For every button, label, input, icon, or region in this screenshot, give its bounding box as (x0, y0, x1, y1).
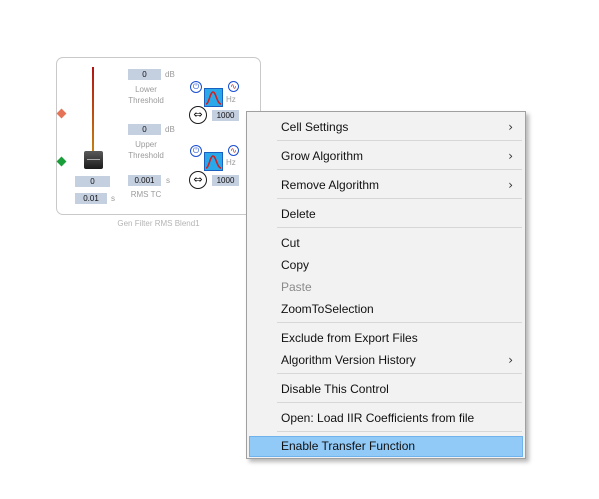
menu-separator (277, 373, 522, 374)
wave-icon[interactable]: ∿ (228, 145, 239, 156)
lower-threshold-field[interactable]: 0 (128, 69, 161, 80)
upper-threshold-field[interactable]: 0 (128, 124, 161, 135)
menu-item-delete[interactable]: Delete (249, 204, 523, 224)
fader-step-field[interactable]: 0.01 (75, 193, 107, 204)
menu-item-remove-algorithm[interactable]: Remove Algorithm › (249, 175, 523, 195)
menu-item-label: Enable Transfer Function (281, 439, 416, 453)
chevron-right-icon: › (508, 178, 513, 192)
menu-item-label: Delete (281, 207, 316, 221)
menu-item-disable-this-control[interactable]: Disable This Control (249, 379, 523, 399)
menu-separator (277, 198, 522, 199)
menu-separator (277, 169, 522, 170)
rms-tc-unit: s (166, 176, 170, 185)
menu-item-label: Paste (281, 280, 312, 294)
menu-item-grow-algorithm[interactable]: Grow Algorithm › (249, 146, 523, 166)
lower-threshold-label-line1: Lower (135, 85, 157, 94)
menu-item-label: Copy (281, 258, 310, 272)
chevron-right-icon: › (508, 353, 513, 367)
menu-item-paste: Paste (249, 277, 523, 297)
wave-icon[interactable]: ∿ (228, 81, 239, 92)
menu-item-label: Algorithm Version History (281, 353, 416, 367)
phase-icon[interactable]: ⇔ (189, 106, 207, 124)
menu-item-label: Cut (281, 236, 300, 250)
context-menu: Cell Settings › Grow Algorithm › Remove … (246, 111, 526, 459)
menu-separator (277, 227, 522, 228)
filter-response-icon[interactable] (204, 88, 223, 107)
menu-separator (277, 431, 522, 432)
rms-tc-label: RMS TC (130, 190, 162, 199)
menu-item-enable-transfer-function[interactable]: Enable Transfer Function (249, 436, 523, 457)
lower-threshold-unit: dB (165, 70, 175, 79)
chevron-right-icon: › (508, 120, 513, 134)
fader-step-unit: s (111, 194, 115, 203)
menu-item-label: ZoomToSelection (281, 302, 374, 316)
menu-item-cell-settings[interactable]: Cell Settings › (249, 117, 523, 137)
block-caption: Gen Filter RMS Blend1 (117, 219, 200, 228)
chevron-right-icon: › (508, 149, 513, 163)
fader-track[interactable] (92, 67, 94, 159)
menu-item-label: Exclude from Export Files (281, 331, 418, 345)
upper-threshold-label: Upper Threshold (118, 139, 174, 161)
phase-icon[interactable]: ⇔ (189, 171, 207, 189)
menu-separator (277, 322, 522, 323)
filter2-frequency-field[interactable]: 1000 (212, 175, 239, 186)
upper-threshold-label-line2: Threshold (128, 151, 164, 160)
fader-value-field[interactable]: 0 (75, 176, 110, 187)
menu-item-zoom-to-selection[interactable]: ZoomToSelection (249, 299, 523, 319)
menu-item-algorithm-version-history[interactable]: Algorithm Version History › (249, 350, 523, 370)
menu-separator (277, 402, 522, 403)
menu-item-copy[interactable]: Copy (249, 255, 523, 275)
lower-threshold-label: Lower Threshold (118, 84, 174, 106)
power-icon[interactable]: ⏻ (190, 81, 202, 93)
rms-tc-field[interactable]: 0.001 (128, 175, 161, 186)
menu-item-label: Disable This Control (281, 382, 389, 396)
upper-threshold-unit: dB (165, 125, 175, 134)
lower-threshold-label-line2: Threshold (128, 96, 164, 105)
filter1-frequency-field[interactable]: 1000 (212, 110, 239, 121)
filter1-unit: Hz (226, 95, 236, 104)
filter-response-icon[interactable] (204, 152, 223, 171)
filter-curve-icon (205, 155, 222, 169)
upper-threshold-label-line1: Upper (135, 140, 157, 149)
menu-item-label: Open: Load IIR Coefficients from file (281, 411, 475, 425)
fader-knob[interactable] (84, 151, 103, 169)
menu-item-cut[interactable]: Cut (249, 233, 523, 253)
filter-curve-icon (205, 91, 222, 105)
menu-separator (277, 140, 522, 141)
menu-item-exclude-from-export[interactable]: Exclude from Export Files (249, 328, 523, 348)
filter2-unit: Hz (226, 158, 236, 167)
menu-item-label: Remove Algorithm (281, 178, 380, 192)
power-icon[interactable]: ⏻ (190, 145, 202, 157)
menu-item-label: Grow Algorithm (281, 149, 364, 163)
menu-item-load-iir-coefficients[interactable]: Open: Load IIR Coefficients from file (249, 408, 523, 428)
menu-item-label: Cell Settings (281, 120, 349, 134)
